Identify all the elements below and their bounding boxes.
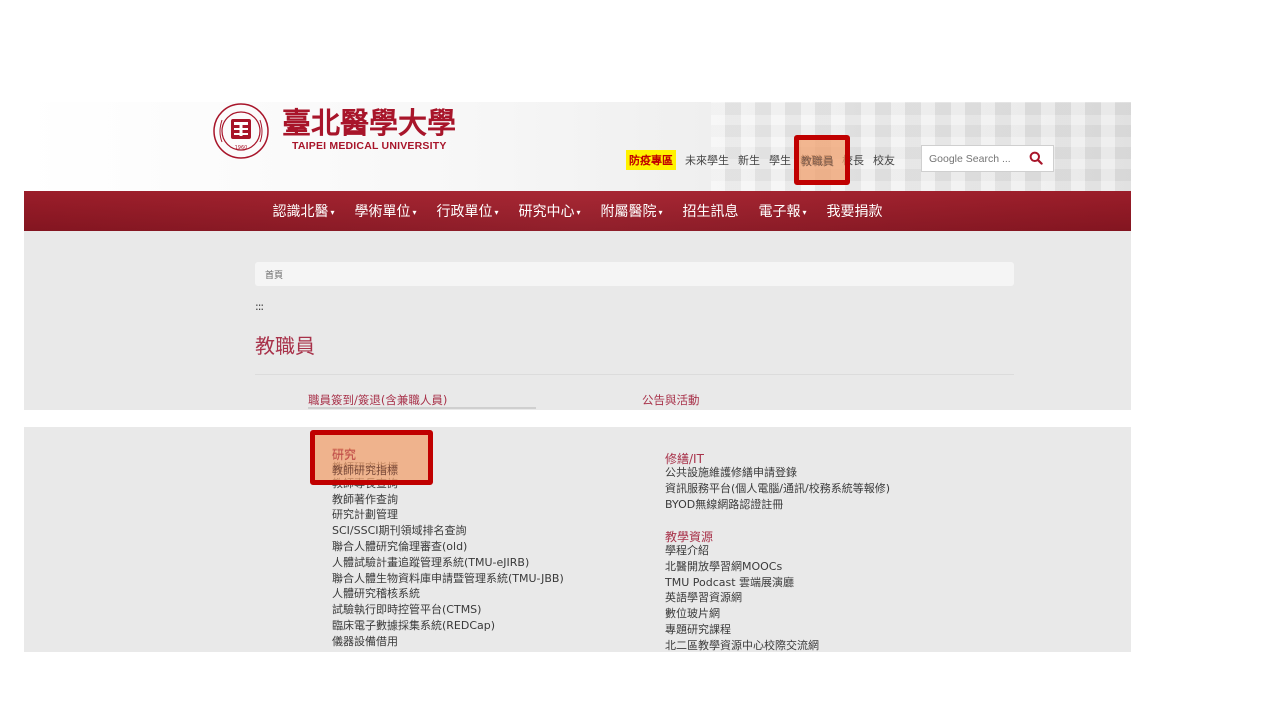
list-item[interactable]: 學程介紹 (665, 543, 819, 559)
nav-item-newsletter[interactable]: 電子報 ▾ (759, 201, 807, 221)
breadcrumb: 首頁 (255, 262, 1014, 286)
logo-chinese-name: 臺北醫學大學 (282, 106, 457, 140)
nav-item-administration[interactable]: 行政單位 ▾ (436, 201, 498, 221)
quick-link-epidemic[interactable]: 防疫專區 (626, 150, 676, 170)
list-item[interactable]: 公共設施維護修繕申請登錄 (665, 465, 890, 481)
quick-link-new-students[interactable]: 新生 (738, 152, 760, 168)
quick-link-students[interactable]: 學生 (769, 152, 791, 168)
staff-checkin-link[interactable]: 職員簽到/簽退(含兼職人員) (308, 392, 447, 408)
list-item[interactable]: 聯合人體研究倫理審查(old) (332, 539, 564, 555)
breadcrumb-home-link[interactable]: 首頁 (265, 268, 283, 281)
chevron-down-icon: ▾ (494, 208, 499, 217)
nav-item-academics[interactable]: 學術單位 ▾ (354, 201, 416, 221)
website-screenshot-bottom: 研究 教師研究指標 教師專長查詢 教師著作查詢 研究計劃管理 SCI/SSCI期… (24, 427, 1131, 652)
university-seal-icon: 1960 (213, 103, 269, 159)
google-search-box (921, 145, 1054, 172)
highlight-faculty-staff-link: 教職員 (794, 135, 850, 185)
site-header: 1960 臺北醫學大學 TAIPEI MEDICAL UNIVERSITY 防疫… (24, 102, 1131, 191)
staff-link-underline (308, 407, 536, 409)
accesskey-marker[interactable]: ::: (255, 300, 264, 313)
list-item[interactable]: 專題研究課程 (665, 622, 819, 638)
list-item[interactable]: TMU Podcast 雲端展演廳 (665, 575, 819, 591)
search-icon[interactable] (1029, 151, 1043, 165)
audience-quick-links: 防疫專區 未來學生 新生 學生 教職員 校長 校友 (626, 150, 904, 170)
nav-item-hospitals[interactable]: 附屬醫院 ▾ (601, 201, 663, 221)
list-item[interactable]: 聯合人體生物資料庫申請暨管理系統(TMU-JBB) (332, 571, 564, 587)
university-logo[interactable]: 1960 臺北醫學大學 TAIPEI MEDICAL UNIVERSITY (212, 102, 456, 160)
nav-item-donate[interactable]: 我要捐款 (827, 201, 883, 221)
list-item[interactable]: 北二區教學資源中心校際交流網 (665, 638, 819, 652)
nav-item-admissions[interactable]: 招生訊息 (683, 201, 739, 221)
list-item[interactable]: 人體研究稽核系統 (332, 586, 564, 602)
highlight-research-section: 研究 教師研究指標 (310, 430, 433, 485)
announcements-link[interactable]: 公告與活動 (642, 392, 700, 408)
repair-it-link-list: 公共設施維護修繕申請登錄 資訊服務平台(個人電腦/通訊/校務系統等報修) BYO… (665, 465, 890, 512)
nav-item-research-centers[interactable]: 研究中心 ▾ (519, 201, 581, 221)
nav-item-about[interactable]: 認識北醫 ▾ (272, 201, 334, 221)
list-item[interactable]: 數位玻片網 (665, 606, 819, 622)
list-item[interactable]: 北醫開放學習網MOOCs (665, 559, 819, 575)
quick-link-alumni[interactable]: 校友 (873, 152, 895, 168)
list-item[interactable]: 人體試驗計畫追蹤管理系統(TMU-eJIRB) (332, 555, 564, 571)
list-item[interactable]: 儀器設備借用 (332, 634, 564, 650)
list-item[interactable]: 臨床電子數據採集系統(REDCap) (332, 618, 564, 634)
chevron-down-icon: ▾ (412, 208, 417, 217)
page-title: 教職員 (255, 334, 315, 358)
list-item[interactable]: BYOD無線網路認證註冊 (665, 497, 890, 513)
teaching-resources-link-list: 學程介紹 北醫開放學習網MOOCs TMU Podcast 雲端展演廳 英語學習… (665, 543, 819, 652)
list-item[interactable]: 研究計劃管理 (332, 507, 564, 523)
logo-english-name: TAIPEI MEDICAL UNIVERSITY (292, 140, 447, 152)
list-item[interactable]: 試驗執行即時控管平台(CTMS) (332, 602, 564, 618)
highlighted-faculty-staff-label[interactable]: 教職員 (801, 153, 834, 169)
list-item[interactable]: SCI/SSCI期刊領域排名查詢 (332, 523, 564, 539)
chevron-down-icon: ▾ (330, 208, 335, 217)
title-divider (255, 374, 1014, 375)
chevron-down-icon: ▾ (802, 208, 807, 217)
svg-text:1960: 1960 (235, 145, 248, 151)
website-screenshot-top: 1960 臺北醫學大學 TAIPEI MEDICAL UNIVERSITY 防疫… (24, 102, 1131, 410)
chevron-down-icon: ▾ (658, 208, 663, 217)
highlighted-research-title: 研究 (332, 448, 357, 462)
research-link-list: 教師研究指標 教師專長查詢 教師著作查詢 研究計劃管理 SCI/SSCI期刊領域… (332, 460, 564, 650)
list-item[interactable]: 英語學習資源網 (665, 590, 819, 606)
list-item[interactable]: 資訊服務平台(個人電腦/通訊/校務系統等報修) (665, 481, 890, 497)
slide-canvas: 1960 臺北醫學大學 TAIPEI MEDICAL UNIVERSITY 防疫… (0, 0, 1280, 720)
search-input[interactable] (922, 146, 1022, 171)
quick-link-prospective-students[interactable]: 未來學生 (685, 152, 729, 168)
chevron-down-icon: ▾ (576, 208, 581, 217)
list-item[interactable]: 教師著作查詢 (332, 492, 564, 508)
main-navbar: 認識北醫 ▾ 學術單位 ▾ 行政單位 ▾ 研究中心 ▾ 附屬醫院 ▾ 招生訊息 電子報 ▾ … (24, 191, 1131, 231)
highlighted-research-indicator-link[interactable]: 教師研究指標 (332, 462, 398, 478)
